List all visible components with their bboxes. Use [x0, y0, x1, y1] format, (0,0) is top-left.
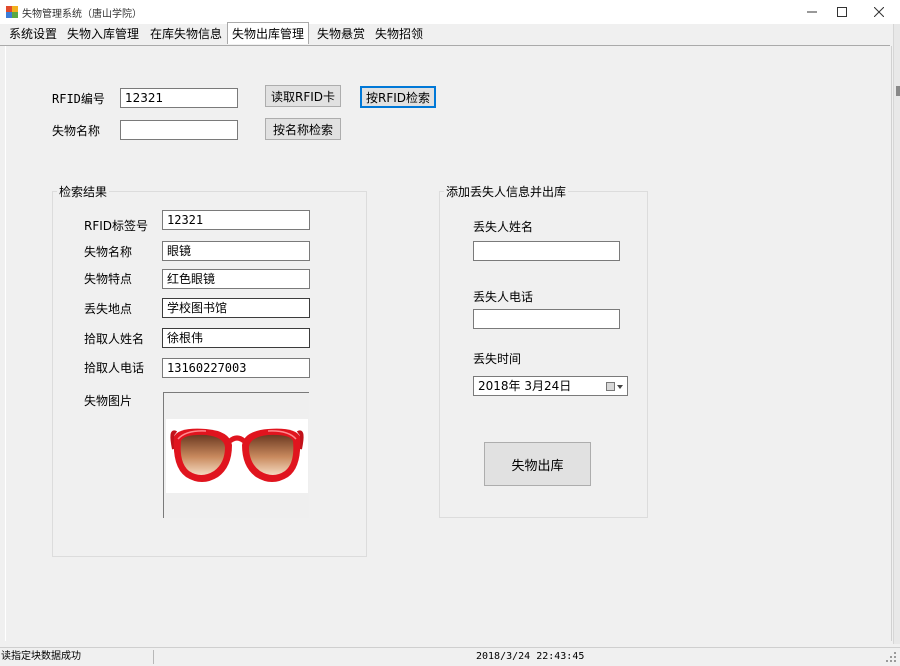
- item-name-input[interactable]: [120, 120, 238, 140]
- maximize-icon: [837, 7, 847, 17]
- finder-phone-label: 拾取人电话: [84, 361, 145, 375]
- owner-phone-label: 丢失人电话: [473, 290, 534, 304]
- close-icon: [874, 7, 884, 17]
- tab-item-checkout[interactable]: 失物出库管理: [227, 22, 309, 44]
- item-image-box: [163, 392, 309, 518]
- search-by-rfid-button[interactable]: 按RFID检索: [360, 86, 436, 108]
- item-name-label: 失物名称: [52, 124, 101, 138]
- window-title: 失物管理系统（唐山学院）: [22, 9, 142, 20]
- lost-location-field[interactable]: 学校图书馆: [162, 298, 310, 318]
- tab-item-intake[interactable]: 失物入库管理: [61, 25, 145, 44]
- tab-strip: 系统设置 失物入库管理 在库失物信息 失物出库管理 失物悬赏 失物招领: [0, 22, 890, 46]
- calendar-dropdown-icon[interactable]: [606, 381, 624, 392]
- glasses-image: [170, 428, 304, 482]
- finder-name-field[interactable]: 徐根伟: [162, 328, 310, 348]
- checkout-item-button[interactable]: 失物出库: [484, 442, 591, 486]
- status-divider: [153, 650, 154, 664]
- tab-reward[interactable]: 失物悬赏: [311, 25, 371, 44]
- rfid-input[interactable]: 12321: [120, 88, 238, 108]
- close-button[interactable]: [862, 0, 896, 24]
- app-icon: [6, 6, 18, 18]
- title-bar: 失物管理系统（唐山学院）: [0, 0, 900, 24]
- read-rfid-card-button[interactable]: 读取RFID卡: [265, 85, 341, 107]
- minimize-icon: [807, 11, 817, 13]
- owner-name-input[interactable]: [473, 241, 620, 261]
- minimize-button[interactable]: [795, 0, 829, 24]
- lost-location-label: 丢失地点: [84, 302, 133, 316]
- rfid-tag-label: RFID标签号: [84, 219, 149, 233]
- owner-name-label: 丢失人姓名: [473, 220, 534, 234]
- scrollbar[interactable]: [893, 24, 900, 644]
- rfid-label: RFID编号: [52, 92, 105, 106]
- tab-stock-info[interactable]: 在库失物信息: [143, 25, 229, 44]
- tab-system-settings[interactable]: 系统设置: [3, 25, 63, 44]
- status-datetime: 2018/3/24 22:43:45: [476, 651, 585, 662]
- resize-grip-icon[interactable]: [884, 650, 898, 664]
- scrollbar-thumb[interactable]: [896, 86, 900, 96]
- checkout-group-title: 添加丢失人信息并出库: [444, 183, 569, 200]
- maximize-button[interactable]: [825, 0, 859, 24]
- lost-time-label: 丢失时间: [473, 352, 522, 366]
- status-message: 读指定块数据成功: [1, 651, 81, 662]
- finder-phone-field[interactable]: 13160227003: [162, 358, 310, 378]
- lost-time-value: 2018年 3月24日: [478, 379, 572, 393]
- finder-name-label: 拾取人姓名: [84, 332, 145, 346]
- item-image-label: 失物图片: [84, 394, 133, 408]
- status-bar: 读指定块数据成功 2018/3/24 22:43:45: [0, 647, 900, 666]
- item-feature-field[interactable]: 红色眼镜: [162, 269, 310, 289]
- glasses-photo: [166, 419, 308, 493]
- result-name-label: 失物名称: [84, 245, 133, 259]
- result-name-field[interactable]: 眼镜: [162, 241, 310, 261]
- results-group-title: 检索结果: [57, 183, 110, 200]
- rfid-tag-field[interactable]: 12321: [162, 210, 310, 230]
- lost-time-datepicker[interactable]: 2018年 3月24日: [473, 376, 628, 396]
- tab-lost-and-found[interactable]: 失物招领: [369, 25, 429, 44]
- owner-phone-input[interactable]: [473, 309, 620, 329]
- item-feature-label: 失物特点: [84, 272, 133, 286]
- search-by-name-button[interactable]: 按名称检索: [265, 118, 341, 140]
